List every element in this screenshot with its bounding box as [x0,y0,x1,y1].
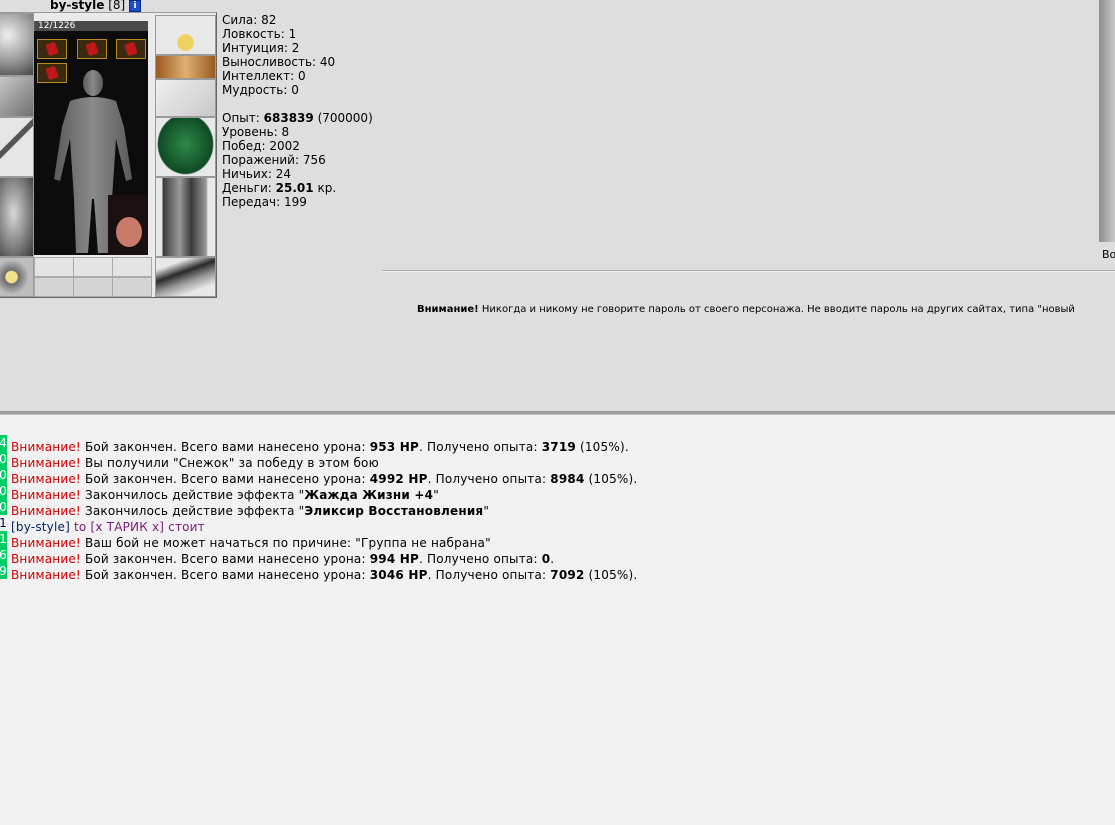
chat-message-text: . Получено опыта: [427,472,551,486]
stat-row: Сила: 82 [222,13,277,27]
losses-row: Поражений: 756 [222,153,326,167]
stat-row: Ловкость: 1 [222,27,297,41]
ring-slot-empty[interactable] [73,257,113,277]
chat-message-text: " [483,504,490,518]
chat-message: 0 Внимание! Бой закончен. Всего вами нане… [0,467,638,486]
helmet-slot[interactable] [0,13,34,76]
buff-icon[interactable] [77,39,107,59]
level-row: Уровень: 8 [222,125,290,139]
stat-row: Выносливость: 40 [222,55,336,69]
gloves-slot[interactable] [155,79,216,117]
chat-message: 4 Внимание! Бой закончен. Всего вами нане… [0,435,637,454]
rune-slot-empty[interactable] [73,277,113,297]
chat-message-text: (105%). [575,440,629,454]
chat-message: 6 Внимание! Бой закончен. Всего вами нане… [0,547,637,566]
rune-slot-empty[interactable] [34,277,74,297]
rings-slot[interactable] [155,55,216,79]
hp-bar: 12/1226 [34,21,148,31]
info-icon[interactable]: i [129,0,142,12]
stat-row: Интеллект: 0 [222,69,306,83]
chat-timestamp[interactable]: 1 [0,515,7,531]
transfers-row: Передач: 199 [222,195,307,209]
stat-row: Интуиция: 2 [222,41,300,55]
character-name[interactable]: by-style [50,0,104,12]
chat-message-text: . Получено опыта: [419,440,542,454]
chat-timestamp[interactable]: 6 [0,547,7,563]
boots-slot[interactable] [155,257,216,297]
location-image[interactable] [1099,0,1115,242]
pet-portrait[interactable] [108,195,148,255]
divider-line [382,270,1115,272]
character-panel: by-style [8] i 12/1226 Сила: 82 Ловкость… [0,0,1115,411]
chat-message: 1 Внимание! Ваш бой не может начаться по … [0,531,637,550]
chat-messages: 4 Внимание! Бой закончен. Всего вами нане… [0,435,638,582]
bracers-slot[interactable] [0,76,34,117]
chat-panel: 4 Внимание! Бой закончен. Всего вами нане… [0,415,1115,825]
wins-row: Побед: 2002 [222,139,300,153]
character-level-bracket: [8] [108,0,126,12]
belt-slot[interactable] [0,257,34,297]
leggings-slot[interactable] [155,177,216,257]
location-caption: Во [1102,248,1115,261]
character-stats: Сила: 82 Ловкость: 1 Интуиция: 2 Выносли… [222,13,373,209]
chat-message-text: 8984 [550,472,585,486]
chat-timestamp[interactable]: 4 [0,435,7,451]
chat-message-text: Эликсир Восстановления [304,504,484,518]
experience-row: Опыт: 683839 (700000) [222,111,373,125]
chat-message-text: 7092 [550,568,585,582]
character-header: by-style [8] i [50,0,142,12]
chat-message-text: (105%). [584,472,638,486]
chat-message-text: . Получено опыта: [427,568,551,582]
chat-message-text: (105%). [584,568,638,582]
ring-slot-empty[interactable] [112,257,152,277]
chat-message-text: 3046 HP [369,568,428,582]
earrings-slot[interactable] [155,15,216,55]
hp-bar-fill [34,21,36,31]
shield-slot[interactable] [155,117,216,177]
draws-row: Ничьих: 24 [222,167,292,181]
chat-message: 9 Внимание! Бой закончен. Всего вами нане… [0,563,638,582]
chat-message: 0 Внимание! Закончилось действие эффекта … [0,499,637,518]
inventory-panel: 12/1226 [0,12,217,298]
character-silhouette: 12/1226 [34,21,148,255]
stat-row: Мудрость: 0 [222,83,299,97]
buff-icon[interactable] [37,39,67,59]
armor-slot[interactable] [0,177,34,257]
chat-warning-prefix: Внимание! [11,568,81,582]
buff-icon[interactable] [116,39,146,59]
chat-timestamp[interactable]: 9 [0,563,7,579]
ring-slot-empty[interactable] [34,257,74,277]
hp-value: 12/1226 [38,21,76,31]
chat-timestamp[interactable]: 0 [0,451,7,467]
chat-timestamp[interactable]: 0 [0,467,7,483]
chat-message-text: 3719 [541,440,576,454]
password-warning: Внимание! Никогда и никому не говорите п… [417,304,1075,315]
money-row: Деньги: 25.01 кр. [222,181,337,195]
chat-timestamp[interactable]: 1 [0,531,7,547]
chat-message-text: Бой закончен. Всего вами нанесено урона: [84,568,370,582]
rune-slot-empty[interactable] [112,277,152,297]
weapon-slot[interactable] [0,117,34,177]
chat-timestamp[interactable]: 0 [0,499,7,515]
chat-timestamp[interactable]: 0 [0,483,7,499]
